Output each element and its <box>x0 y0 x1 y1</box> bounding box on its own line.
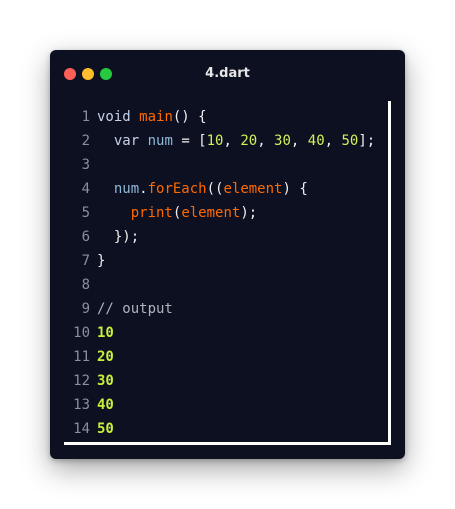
line-code: 10 <box>90 321 114 345</box>
code-token: 50 <box>341 133 359 149</box>
horizontal-scrollbar[interactable] <box>64 442 391 445</box>
line-code: // output <box>90 297 173 321</box>
code-token: void <box>97 109 131 125</box>
line-code: print(element); <box>90 201 257 225</box>
code-token: 10 <box>97 325 114 341</box>
line-code: void main() { <box>90 105 207 129</box>
line-number: 7 <box>81 253 90 269</box>
code-token: , <box>324 133 342 149</box>
line-code: var num = [10, 20, 30, 40, 50]; <box>90 129 375 153</box>
line-number: 10 <box>73 325 90 341</box>
code-token: num <box>113 181 140 197</box>
line-number: 1 <box>81 109 90 125</box>
code-token: element <box>181 205 241 221</box>
line-code: num.forEach((element) { <box>90 177 308 201</box>
line-number: 6 <box>81 229 90 245</box>
title-bar: 4.dart <box>50 50 405 94</box>
code-line: 8 <box>64 273 389 297</box>
code-token: } <box>97 253 106 269</box>
line-number: 4 <box>81 181 90 197</box>
code-window: 4.dart 1 void main() {2 var num = [10, 20… <box>50 50 405 459</box>
code-line: 13 40 <box>64 393 389 417</box>
code-token: 50 <box>97 421 114 437</box>
window-title: 4.dart <box>205 66 250 81</box>
code-token: 20 <box>240 133 258 149</box>
code-line: 6 }); <box>64 225 389 249</box>
code-token: 40 <box>307 133 325 149</box>
code-token: () { <box>172 109 207 125</box>
line-code: 30 <box>90 369 114 393</box>
line-code: 20 <box>90 345 114 369</box>
code-token: element <box>223 181 283 197</box>
code-line: 14 50 <box>64 417 389 441</box>
line-number: 2 <box>81 133 90 149</box>
code-editor[interactable]: 1 void main() {2 var num = [10, 20, 30, 4… <box>64 105 389 443</box>
line-number: 3 <box>81 157 90 173</box>
line-number: 14 <box>73 421 90 437</box>
line-number: 5 <box>81 205 90 221</box>
line-code: 50 <box>90 417 114 441</box>
code-line: 10 10 <box>64 321 389 345</box>
code-token: , <box>290 133 308 149</box>
code-token: // output <box>97 301 173 317</box>
code-token: ); <box>240 205 258 221</box>
code-token: forEach <box>147 181 207 197</box>
code-token: 30 <box>97 373 114 389</box>
code-token: (( <box>206 181 224 197</box>
code-line: 4 num.forEach((element) { <box>64 177 389 201</box>
line-number: 8 <box>81 277 90 293</box>
line-number: 12 <box>73 373 90 389</box>
code-token: var <box>113 133 140 149</box>
line-number: 9 <box>81 301 90 317</box>
code-token: main <box>139 109 173 125</box>
code-token: . <box>139 181 148 197</box>
code-token: = [ <box>172 133 207 149</box>
code-token: 10 <box>206 133 224 149</box>
vertical-scrollbar[interactable] <box>388 101 391 445</box>
code-token: 40 <box>97 397 114 413</box>
code-line: 5 print(element); <box>64 201 389 225</box>
code-line: 2 var num = [10, 20, 30, 40, 50]; <box>64 129 389 153</box>
code-line: 3 <box>64 153 389 177</box>
code-line: 9 // output <box>64 297 389 321</box>
code-line: 12 30 <box>64 369 389 393</box>
line-code: 40 <box>90 393 114 417</box>
code-token: ) { <box>282 181 308 197</box>
line-number: 13 <box>73 397 90 413</box>
code-token: 30 <box>274 133 291 149</box>
code-token: ]; <box>358 133 376 149</box>
code-line: 1 void main() { <box>64 105 389 129</box>
line-number: 11 <box>73 349 90 365</box>
code-token: }); <box>97 229 140 245</box>
line-code: } <box>90 249 105 273</box>
code-line: 7} <box>64 249 389 273</box>
code-token: , <box>223 133 241 149</box>
code-token: 20 <box>97 349 114 365</box>
code-token: , <box>257 133 275 149</box>
line-code: }); <box>90 225 139 249</box>
code-line: 11 20 <box>64 345 389 369</box>
code-token: num <box>147 133 173 149</box>
code-token: print <box>130 205 173 221</box>
